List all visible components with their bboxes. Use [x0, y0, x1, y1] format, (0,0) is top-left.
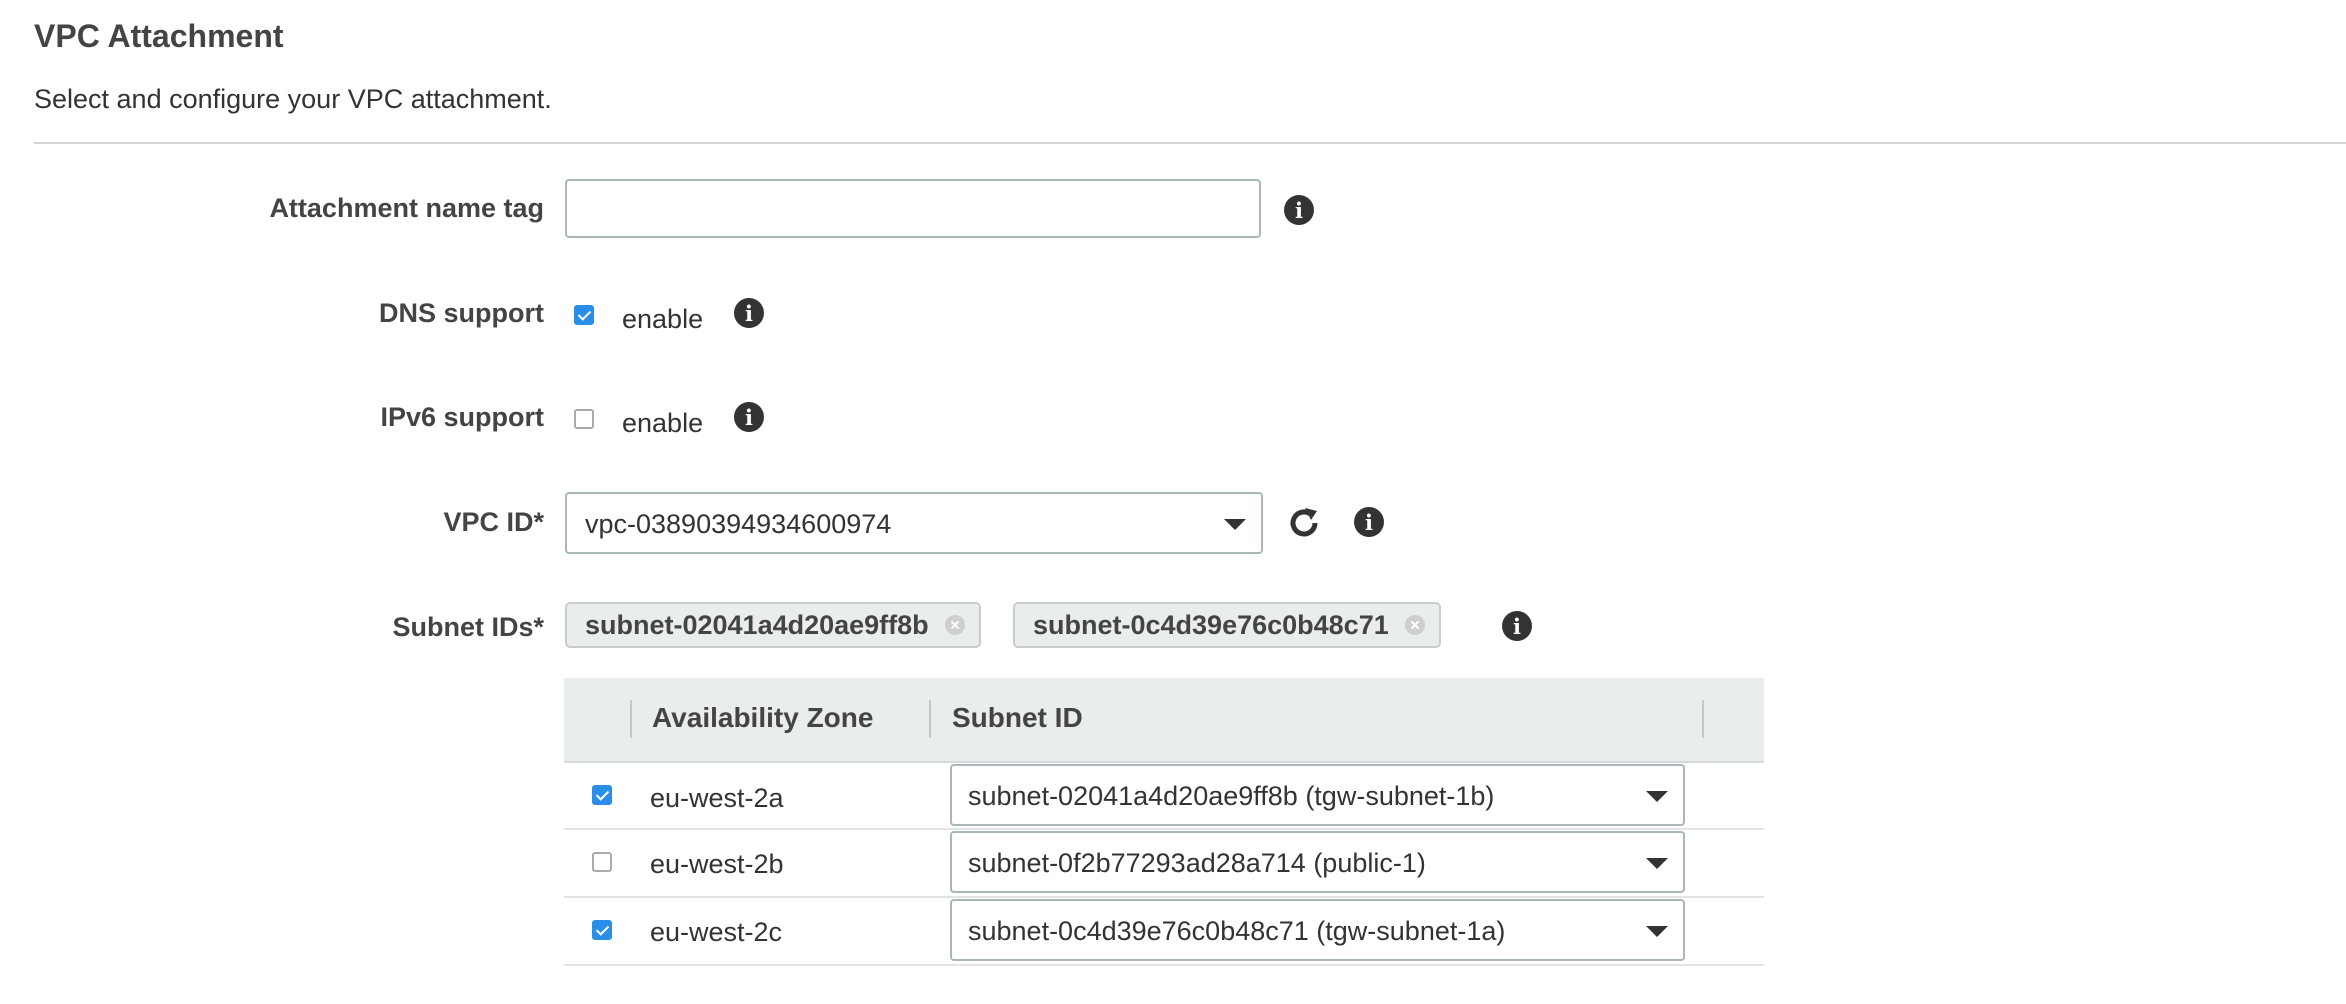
- subnet-select[interactable]: subnet-0f2b77293ad28a714 (public-1): [950, 831, 1685, 893]
- table-row: eu-west-2a subnet-02041a4d20ae9ff8b (tgw…: [564, 763, 1764, 829]
- remove-token-icon[interactable]: [1404, 615, 1425, 635]
- row-divider: [564, 964, 1764, 966]
- availability-zone: eu-west-2b: [650, 849, 784, 879]
- subnet-token: subnet-0c4d39e76c0b48c71: [1013, 602, 1441, 648]
- subnet-token: subnet-02041a4d20ae9ff8b: [565, 602, 981, 648]
- table-row: eu-west-2b subnet-0f2b77293ad28a714 (pub…: [564, 831, 1764, 897]
- subnet-select[interactable]: subnet-02041a4d20ae9ff8b (tgw-subnet-1b): [950, 764, 1685, 826]
- subnet-ids-label: Subnet IDs*: [392, 612, 544, 642]
- dns-support-info-icon[interactable]: i: [734, 298, 764, 328]
- row-checkbox[interactable]: [592, 920, 612, 940]
- ipv6-support-checkbox[interactable]: [574, 409, 594, 429]
- subnet-token-label: subnet-0c4d39e76c0b48c71: [1033, 609, 1389, 640]
- column-divider: [630, 700, 632, 738]
- vpc-id-label: VPC ID*: [443, 507, 544, 537]
- availability-zone: eu-west-2a: [650, 783, 784, 813]
- row-checkbox[interactable]: [592, 852, 612, 872]
- dns-support-enable-label: enable: [622, 304, 704, 334]
- subnet-select[interactable]: subnet-0c4d39e76c0b48c71 (tgw-subnet-1a): [950, 899, 1685, 961]
- subnet-select-value: subnet-0c4d39e76c0b48c71 (tgw-subnet-1a): [968, 916, 1506, 946]
- row-checkbox[interactable]: [592, 785, 612, 805]
- remove-token-icon[interactable]: [944, 615, 965, 635]
- attachment-name-input[interactable]: [565, 179, 1261, 238]
- column-header-availability-zone: Availability Zone: [652, 702, 874, 733]
- dns-support-checkbox[interactable]: [574, 305, 594, 325]
- availability-zone: eu-west-2c: [650, 917, 783, 947]
- refresh-icon[interactable]: [1286, 505, 1322, 541]
- caret-down-icon: [1646, 926, 1668, 937]
- attachment-name-label: Attachment name tag: [269, 193, 544, 223]
- attachment-name-info-icon[interactable]: i: [1284, 195, 1314, 225]
- caret-down-icon: [1646, 791, 1668, 802]
- section-title: VPC Attachment: [34, 18, 284, 54]
- vpc-id-value: vpc-03890394934600974: [585, 509, 892, 539]
- column-divider: [929, 700, 931, 738]
- table-header: Availability Zone Subnet ID: [564, 678, 1764, 763]
- ipv6-support-info-icon[interactable]: i: [734, 402, 764, 432]
- caret-down-icon: [1224, 519, 1246, 530]
- subnet-token-label: subnet-02041a4d20ae9ff8b: [585, 609, 929, 640]
- subnet-select-value: subnet-02041a4d20ae9ff8b (tgw-subnet-1b): [968, 781, 1495, 811]
- dns-support-label: DNS support: [379, 298, 544, 328]
- table-row: eu-west-2c subnet-0c4d39e76c0b48c71 (tgw…: [564, 899, 1764, 965]
- column-divider: [1702, 700, 1704, 738]
- subnet-ids-info-icon[interactable]: i: [1502, 611, 1532, 641]
- row-divider: [564, 896, 1764, 898]
- caret-down-icon: [1646, 858, 1668, 869]
- column-header-subnet-id: Subnet ID: [952, 702, 1083, 733]
- subnet-select-value: subnet-0f2b77293ad28a714 (public-1): [968, 848, 1426, 878]
- section-description: Select and configure your VPC attachment…: [34, 84, 552, 114]
- vpc-id-select[interactable]: vpc-03890394934600974: [565, 492, 1263, 554]
- section-divider: [34, 142, 2346, 144]
- ipv6-support-enable-label: enable: [622, 408, 704, 438]
- vpc-id-info-icon[interactable]: i: [1354, 507, 1384, 537]
- row-divider: [564, 828, 1764, 830]
- ipv6-support-label: IPv6 support: [380, 402, 544, 432]
